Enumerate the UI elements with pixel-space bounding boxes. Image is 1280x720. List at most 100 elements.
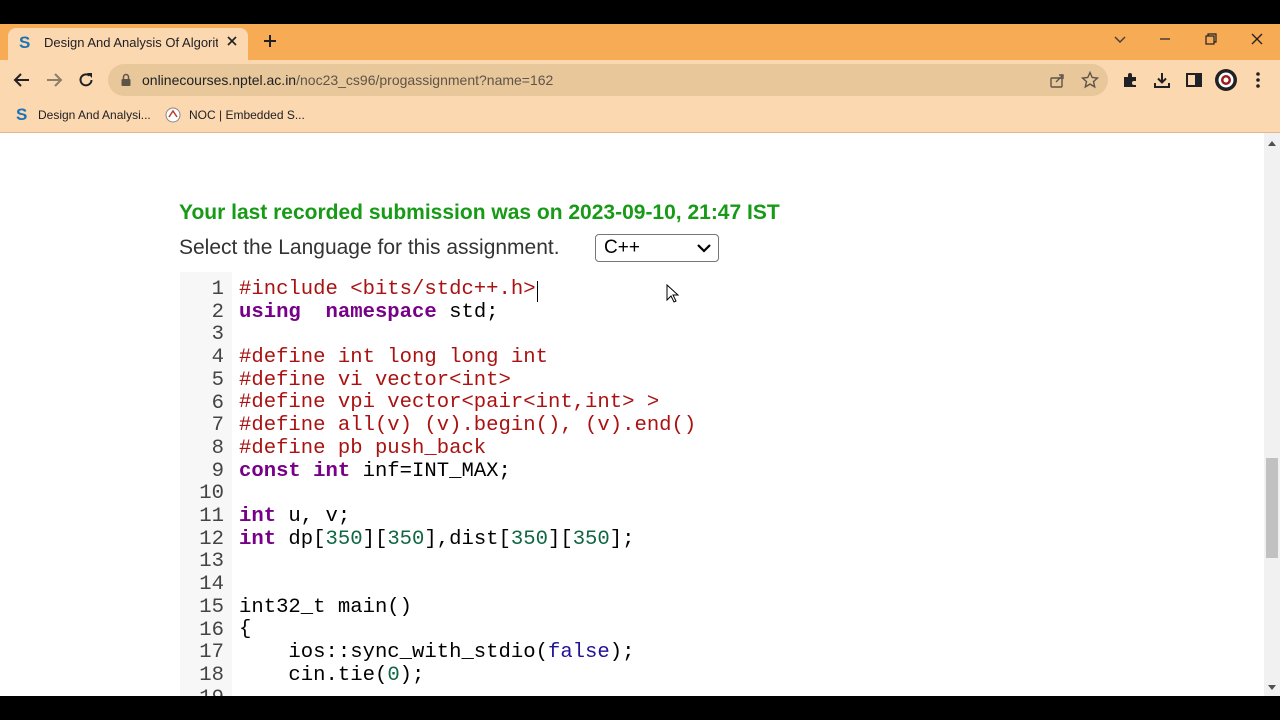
code-token: 350: [572, 527, 610, 551]
code-line: #define all(v) (v).begin(), (v).end(): [239, 414, 697, 438]
code-token: 0: [387, 663, 400, 687]
line-number: 5: [211, 368, 224, 392]
code-line: ios::sync_with_stdio(false);: [239, 641, 696, 665]
close-window-icon[interactable]: [1250, 32, 1264, 46]
code-line: #define vi vector<int>: [239, 369, 696, 393]
line-number: 12: [199, 527, 224, 551]
nptel-logo-icon: [165, 107, 181, 123]
code-token: using: [239, 300, 301, 324]
last-submission-message: Your last recorded submission was on 202…: [179, 201, 780, 224]
line-number: 18: [199, 663, 224, 687]
code-token: namespace: [325, 300, 437, 324]
line-number: 15: [199, 595, 224, 619]
line-number: 13: [199, 550, 224, 574]
code-line: #define pb push_back: [239, 436, 696, 461]
code-token: int: [313, 459, 351, 483]
code-token: int: [239, 504, 277, 528]
url-host: onlinecourses.nptel.ac.in: [142, 72, 297, 88]
code-token: 350: [387, 527, 425, 551]
code-line: int dp[350][350],dist[350][350];: [239, 527, 696, 552]
code-token: u, v;: [276, 504, 351, 528]
code-line: #define vpi vector<pair<int,int> >: [239, 392, 696, 415]
line-number: 16: [199, 618, 224, 642]
extensions-icon[interactable]: [1121, 71, 1139, 89]
line-number: 10: [199, 482, 224, 506]
code-line: const int inf=INT_MAX;: [239, 459, 696, 484]
swayam-favicon-icon: S: [19, 33, 31, 52]
reload-icon[interactable]: [77, 71, 95, 89]
url-path: /noc23_cs96/progassignment?name=162: [296, 72, 554, 88]
bookmark-noc-embedded[interactable]: NOC | Embedded S...: [189, 108, 305, 122]
line-number: 11: [199, 505, 224, 529]
url-text[interactable]: onlinecourses.nptel.ac.in/noc23_cs96/pro…: [142, 72, 553, 88]
code-token: dp[: [276, 527, 326, 551]
code-line: int u, v;: [239, 504, 696, 529]
code-text[interactable]: #include <bits/stdc++.h> using namespace …: [239, 278, 697, 710]
code-line: {: [239, 618, 696, 642]
code-token: std;: [436, 300, 499, 324]
restore-icon[interactable]: [1204, 32, 1218, 46]
line-number: 7: [211, 414, 224, 438]
menu-icon[interactable]: [1249, 71, 1267, 89]
lock-icon[interactable]: [120, 73, 132, 87]
code-token: {: [239, 618, 252, 642]
code-token: int32_t main(): [239, 595, 413, 619]
profile-avatar-icon[interactable]: [1214, 68, 1238, 92]
text-cursor: [537, 281, 538, 302]
language-select-value: C++: [604, 237, 640, 258]
download-icon[interactable]: [1153, 71, 1171, 89]
side-panel-icon[interactable]: [1185, 71, 1203, 89]
scroll-down-icon[interactable]: [1267, 684, 1277, 692]
line-number: 9: [211, 459, 224, 483]
share-icon[interactable]: [1049, 72, 1066, 89]
line-number: 14: [199, 573, 224, 597]
tab-title: Design And Analysis Of Algorithm: [44, 35, 218, 50]
language-label: Select the Language for this assignment.: [179, 236, 560, 259]
close-tab-icon[interactable]: [225, 34, 239, 48]
line-number: 4: [211, 346, 224, 370]
code-token: );: [609, 641, 635, 664]
bookmark-star-icon[interactable]: [1081, 71, 1099, 89]
line-number: 8: [211, 436, 224, 460]
code-token: #include <bits/stdc++.h>: [239, 278, 536, 301]
code-token: #define pb push_back: [239, 436, 487, 460]
new-tab-icon[interactable]: [262, 33, 278, 49]
back-icon[interactable]: [13, 71, 31, 89]
code-token: cin.tie(: [239, 663, 388, 687]
line-number: 1: [211, 278, 224, 301]
mouse-pointer-icon: [666, 284, 680, 303]
scrollbar[interactable]: [1264, 133, 1280, 696]
code-line: using namespace std;: [239, 300, 696, 325]
swayam-s-icon: S: [16, 105, 28, 124]
code-line: #define int long long int: [239, 346, 696, 370]
code-token: int: [239, 527, 277, 551]
code-line: #include <bits/stdc++.h>: [239, 278, 696, 302]
code-token: ],dist[: [424, 527, 511, 551]
code-token: #define vpi vector<pair<int,int> >: [239, 391, 660, 415]
code-token: ][: [547, 527, 573, 551]
line-number: 17: [199, 641, 224, 665]
forward-icon[interactable]: [45, 71, 63, 89]
code-token: 350: [325, 527, 363, 551]
chevron-down-icon: [697, 244, 711, 253]
tab-search-icon[interactable]: [1113, 34, 1127, 46]
scrollbar-thumb[interactable]: [1266, 458, 1278, 558]
code-token: #define all(v) (v).begin(), (v).end(): [239, 414, 697, 438]
code-token: #define int long long int: [239, 346, 548, 370]
line-number: 3: [211, 323, 224, 347]
line-numbers: 12345678910111213141516171819: [180, 278, 224, 710]
line-number: 6: [211, 391, 224, 415]
code-token: 350: [510, 527, 548, 551]
bookmark-design-and-analysis[interactable]: Design And Analysi...: [38, 108, 151, 122]
taskbar-edge: [0, 696, 1280, 720]
code-token: );: [399, 663, 425, 687]
line-number: 2: [211, 300, 224, 324]
code-token: false: [547, 641, 610, 664]
minimize-icon[interactable]: [1158, 32, 1172, 46]
scroll-up-icon[interactable]: [1267, 139, 1277, 147]
